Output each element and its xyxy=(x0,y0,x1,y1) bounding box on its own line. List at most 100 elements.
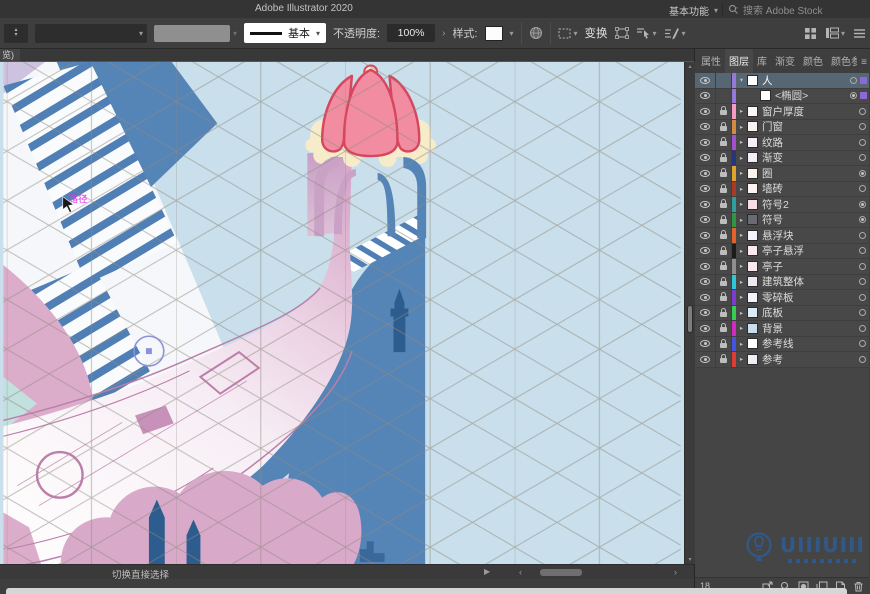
layer-row[interactable]: ▸ 纹路 xyxy=(695,135,869,151)
layer-row[interactable]: ▸ 窗户厚度 xyxy=(695,104,869,120)
lock-cell[interactable] xyxy=(716,151,732,166)
layer-thumbnail[interactable] xyxy=(747,292,758,303)
layer-thumbnail[interactable] xyxy=(747,354,758,365)
style-swatch[interactable] xyxy=(485,26,503,41)
visibility-cell[interactable] xyxy=(695,197,716,212)
lock-icon[interactable] xyxy=(720,343,727,348)
eye-icon[interactable] xyxy=(700,325,710,332)
brush-preview-swatch[interactable] xyxy=(154,25,230,42)
expand-chevron-icon[interactable]: ▸ xyxy=(736,138,747,146)
target-circle-icon[interactable] xyxy=(859,356,866,363)
lock-cell[interactable] xyxy=(716,135,732,150)
eye-icon[interactable] xyxy=(700,309,710,316)
eye-icon[interactable] xyxy=(700,340,710,347)
visibility-cell[interactable] xyxy=(695,213,716,228)
eye-icon[interactable] xyxy=(700,154,710,161)
layer-thumbnail[interactable] xyxy=(747,276,758,287)
layer-row[interactable]: ▾人 xyxy=(695,73,869,89)
opacity-value-field[interactable]: 100% xyxy=(387,24,435,42)
menu-list-icon[interactable] xyxy=(853,28,866,39)
lock-icon[interactable] xyxy=(720,110,727,115)
expand-chevron-icon[interactable]: ▸ xyxy=(736,107,747,115)
visibility-cell[interactable] xyxy=(695,166,716,181)
layer-name[interactable]: 窗户厚度 xyxy=(762,104,859,119)
layer-thumbnail[interactable] xyxy=(747,261,758,272)
layer-thumbnail[interactable] xyxy=(747,137,758,148)
lock-cell[interactable] xyxy=(716,259,732,274)
visibility-cell[interactable] xyxy=(695,244,716,259)
lock-icon[interactable] xyxy=(720,327,727,332)
expand-chevron-icon[interactable]: ▸ xyxy=(736,231,747,239)
visibility-cell[interactable] xyxy=(695,104,716,119)
lock-cell[interactable] xyxy=(716,337,732,352)
layer-row[interactable]: ▸参考线 xyxy=(695,337,869,353)
layer-row[interactable]: ▸圈 xyxy=(695,166,869,182)
layer-row[interactable]: ▸亭子悬浮 xyxy=(695,244,869,260)
lock-icon[interactable] xyxy=(720,157,727,162)
lock-icon[interactable] xyxy=(720,141,727,146)
layer-row[interactable]: ▸亭子 xyxy=(695,259,869,275)
brush-definition-dropdown[interactable]: 基本 ▾ xyxy=(244,23,326,43)
layer-row[interactable]: ▸悬浮块 xyxy=(695,228,869,244)
target-circle-icon[interactable] xyxy=(859,263,866,270)
eye-icon[interactable] xyxy=(700,232,710,239)
target-circle-icon[interactable] xyxy=(859,123,866,130)
horizontal-scroll-thumb[interactable] xyxy=(540,569,582,576)
layer-row[interactable]: ▸ 符号2 xyxy=(695,197,869,213)
expand-chevron-icon[interactable]: ▸ xyxy=(736,200,747,208)
target-circle-icon[interactable] xyxy=(859,108,866,115)
shaper-tool-icon[interactable]: ▾ xyxy=(664,27,686,40)
target-circle-icon[interactable] xyxy=(859,309,866,316)
layer-thumbnail[interactable] xyxy=(747,307,758,318)
visibility-cell[interactable] xyxy=(695,120,716,135)
layer-name[interactable]: 符号2 xyxy=(762,197,859,212)
visibility-cell[interactable] xyxy=(695,352,716,367)
transform-button[interactable]: 变换 xyxy=(585,25,608,41)
expand-chevron-icon[interactable]: ▸ xyxy=(736,262,747,270)
chevron-right-icon[interactable]: › xyxy=(442,28,445,39)
expand-chevron-icon[interactable]: ▸ xyxy=(736,169,747,177)
layer-name[interactable]: 建筑整体 xyxy=(762,274,859,289)
lock-icon[interactable] xyxy=(720,296,727,301)
lock-icon[interactable] xyxy=(720,172,727,177)
lock-icon[interactable] xyxy=(720,281,727,286)
layer-thumbnail[interactable] xyxy=(747,230,758,241)
visibility-cell[interactable] xyxy=(695,290,716,305)
expand-chevron-icon[interactable]: ▸ xyxy=(736,324,747,332)
lock-icon[interactable] xyxy=(720,126,727,131)
layer-row[interactable]: <椭圆> xyxy=(695,89,869,105)
layer-row[interactable]: ▸ 建筑整体 xyxy=(695,275,869,291)
scroll-down-icon[interactable]: ▾ xyxy=(685,556,695,563)
layer-thumbnail[interactable] xyxy=(747,168,758,179)
chevron-down-icon[interactable]: ▾ xyxy=(510,29,514,38)
expand-chevron-icon[interactable]: ▸ xyxy=(736,293,747,301)
eye-icon[interactable] xyxy=(700,356,710,363)
lock-cell[interactable] xyxy=(716,197,732,212)
vertical-scroll-thumb[interactable] xyxy=(687,305,693,333)
eye-icon[interactable] xyxy=(700,216,710,223)
layer-name[interactable]: <椭圆> xyxy=(775,88,850,103)
visibility-cell[interactable] xyxy=(695,321,716,336)
layer-name[interactable]: 门窗 xyxy=(762,119,859,134)
recolor-globe-icon[interactable] xyxy=(529,26,543,40)
isolate-selection-icon[interactable]: ▾ xyxy=(636,27,657,39)
expand-chevron-icon[interactable]: ▸ xyxy=(736,185,747,193)
visibility-cell[interactable] xyxy=(695,151,716,166)
layer-row[interactable]: ▸符号 xyxy=(695,213,869,229)
layer-name[interactable]: 参考线 xyxy=(762,336,859,351)
layer-thumbnail[interactable] xyxy=(747,75,758,86)
delete-icon[interactable] xyxy=(853,581,864,592)
visibility-cell[interactable] xyxy=(695,259,716,274)
layer-name[interactable]: 纹路 xyxy=(762,135,859,150)
visibility-cell[interactable] xyxy=(695,73,716,88)
layer-thumbnail[interactable] xyxy=(760,90,771,101)
layer-name[interactable]: 圈 xyxy=(762,166,859,181)
expand-chevron-icon[interactable]: ▸ xyxy=(736,278,747,286)
layer-row[interactable]: ▸渐变 xyxy=(695,151,869,167)
expand-chevron-icon[interactable]: ▸ xyxy=(736,123,747,131)
expand-chevron-icon[interactable]: ▸ xyxy=(736,355,747,363)
workspace-switcher[interactable]: 基本功能 ▾ xyxy=(669,3,718,18)
arrange-documents-icon[interactable] xyxy=(804,27,817,40)
layer-thumbnail[interactable] xyxy=(747,183,758,194)
layer-thumbnail[interactable] xyxy=(747,152,758,163)
